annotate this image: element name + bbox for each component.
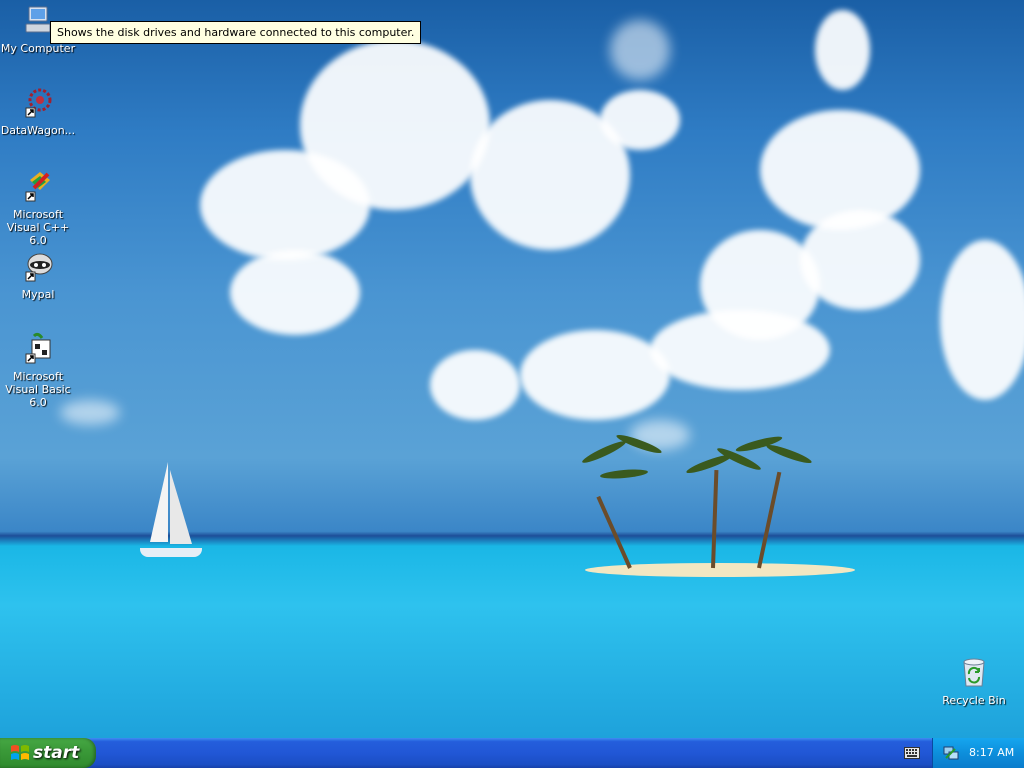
keyboard-icon[interactable] [904, 747, 920, 759]
recycle-bin-icon [963, 658, 985, 687]
desktop-icon-datawagon[interactable]: DataWagon... [0, 86, 76, 137]
taskbar: start 8:17 AM [0, 738, 1024, 768]
sailboat-sail [150, 462, 168, 542]
cloud [430, 350, 520, 420]
tooltip: Shows the disk drives and hardware conne… [50, 21, 422, 44]
start-label: start [33, 743, 80, 763]
desktop-icon-recycle-bin[interactable]: Recycle Bin [936, 656, 1012, 707]
desktop-icon-mypal[interactable]: Mypal [0, 250, 76, 301]
cloud [800, 210, 920, 310]
cloud [815, 10, 870, 90]
icon-label: Recycle Bin [942, 694, 1006, 707]
cloud [520, 330, 670, 420]
icon-label: Microsoft Visual C++ 6.0 [6, 208, 70, 247]
desktop-icon-visual-basic[interactable]: Microsoft Visual Basic 6.0 [0, 332, 76, 409]
island [585, 563, 855, 577]
cloud [610, 20, 670, 80]
palm-trunk [711, 469, 719, 569]
start-button[interactable]: start [0, 738, 96, 768]
visual-cpp-icon [25, 172, 50, 202]
sailboat-sail [170, 470, 192, 544]
network-icon [25, 88, 52, 118]
palm-frond [599, 467, 649, 481]
palm-frond [765, 442, 813, 466]
mypal-icon [25, 253, 53, 282]
windows-logo-icon [11, 745, 29, 760]
desktop[interactable]: My Computer DataWagon... Microsoft Visua… [0, 0, 1024, 738]
system-tray: 8:17 AM [932, 738, 1024, 768]
icon-label: Microsoft Visual Basic 6.0 [5, 370, 71, 409]
cloud [300, 40, 490, 210]
clock[interactable]: 8:17 AM [969, 746, 1014, 759]
visual-basic-icon [25, 332, 51, 364]
cloud [940, 240, 1024, 400]
sailboat-hull [140, 548, 202, 557]
palm-frond [580, 438, 628, 466]
palm-trunk [757, 471, 782, 569]
cloud [230, 250, 360, 335]
cloud [600, 90, 680, 150]
icon-label: DataWagon... [0, 124, 76, 137]
desktop-icon-visual-cpp[interactable]: Microsoft Visual C++ 6.0 [0, 170, 76, 247]
palm-trunk [596, 495, 632, 569]
network-tray-icon[interactable] [943, 745, 959, 761]
icon-label: Mypal [21, 288, 55, 301]
